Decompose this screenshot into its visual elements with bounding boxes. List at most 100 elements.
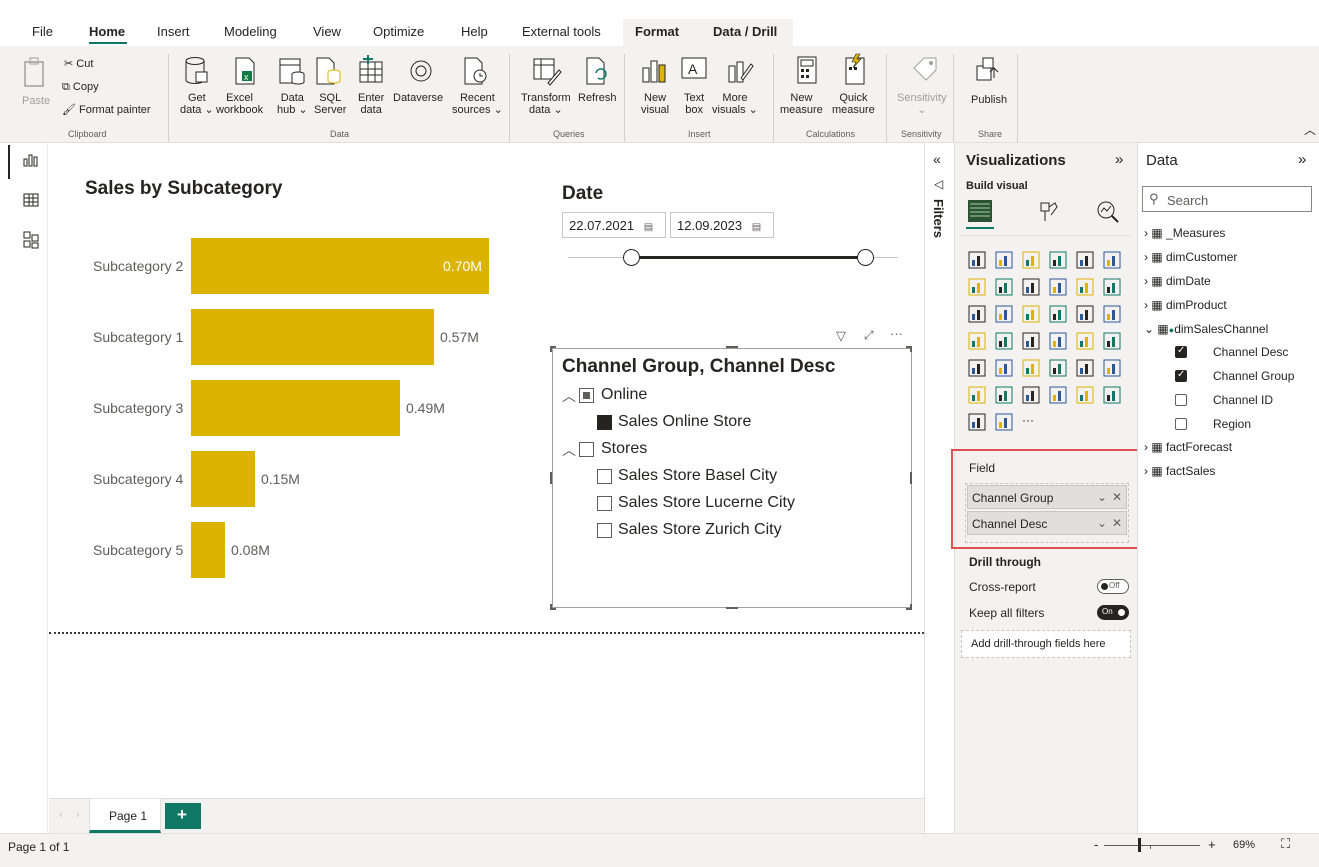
100-bar-icon[interactable] xyxy=(1076,251,1094,269)
line-column-icon[interactable] xyxy=(1049,278,1067,296)
data-hub-button[interactable]: Data hub ⌄ xyxy=(277,92,308,116)
slicer-item-sales-online-store[interactable]: Sales Online Store xyxy=(618,413,751,431)
chevron-up-icon[interactable]: ︿ xyxy=(562,386,576,406)
get-data-button[interactable]: Get data ⌄ xyxy=(180,92,214,116)
field-checkbox-channel-desc[interactable]: ✓ xyxy=(1175,345,1187,358)
cross-report-toggle[interactable]: Off xyxy=(1097,579,1129,594)
slicer-group-online[interactable]: Online xyxy=(601,386,647,404)
fit-to-page-icon[interactable]: ⛶ xyxy=(1281,836,1290,852)
zoom-slider-track[interactable] xyxy=(1104,845,1200,846)
slicer-icon[interactable] xyxy=(968,359,986,377)
table-dimproduct[interactable]: › ▦ dimProduct xyxy=(1144,298,1227,312)
table-dimsaleschannel[interactable]: ⌄ ▦●dimSalesChannel xyxy=(1144,322,1268,336)
focus-mode-icon[interactable]: ⤢ xyxy=(864,328,874,343)
new-visual-button[interactable]: New visual xyxy=(641,92,669,116)
stacked-bar-icon[interactable] xyxy=(968,251,986,269)
menu-data-drill[interactable]: Data / Drill xyxy=(713,24,777,39)
model-view-icon[interactable] xyxy=(23,231,39,254)
gauge-icon[interactable] xyxy=(1022,332,1040,350)
sales-store-basel-checkbox[interactable] xyxy=(597,469,612,484)
add-page-button[interactable]: + xyxy=(165,803,201,829)
close-icon[interactable]: ✕ xyxy=(1112,490,1122,504)
power-apps-icon[interactable] xyxy=(1103,386,1121,404)
date-range-end-handle[interactable] xyxy=(857,249,874,266)
paginated-report-icon[interactable] xyxy=(1076,386,1094,404)
enter-data-button[interactable]: Enter data xyxy=(358,92,384,116)
copy-button[interactable]: ⧉ Copy xyxy=(62,81,99,93)
field-checkbox-channel-group[interactable]: ✓ xyxy=(1175,369,1187,382)
menu-external-tools[interactable]: External tools xyxy=(522,24,601,39)
table-dimcustomer[interactable]: › ▦ dimCustomer xyxy=(1144,250,1237,264)
field-region[interactable]: Region xyxy=(1213,417,1251,431)
publish-button[interactable]: Publish xyxy=(971,94,1007,106)
resize-handle[interactable] xyxy=(550,604,556,610)
multirow-card-icon[interactable] xyxy=(1076,332,1094,350)
menu-insert[interactable]: Insert xyxy=(157,24,190,39)
page-tab-page-1[interactable]: Page 1 xyxy=(89,799,161,833)
get-more-visuals-icon[interactable] xyxy=(995,413,1013,431)
excel-workbook-button[interactable]: Excel workbook xyxy=(216,92,263,116)
report-view-icon[interactable] xyxy=(23,153,39,172)
field-checkbox-region[interactable] xyxy=(1175,418,1187,430)
pie-icon[interactable] xyxy=(1022,305,1040,323)
refresh-button[interactable]: Refresh xyxy=(578,92,617,104)
filters-label[interactable]: Filters xyxy=(931,199,946,238)
qa-icon[interactable] xyxy=(995,386,1013,404)
funnel-icon[interactable] xyxy=(968,305,986,323)
zoom-in-button[interactable]: + xyxy=(1208,837,1216,852)
date-end-input[interactable]: 12.09.2023 ▤ xyxy=(670,212,774,238)
field-channel-desc[interactable]: Channel Desc xyxy=(1213,345,1288,359)
key-influencers-icon[interactable] xyxy=(1103,359,1121,377)
azure-map-icon[interactable] xyxy=(995,332,1013,350)
slicer-item-basel[interactable]: Sales Store Basel City xyxy=(618,467,777,485)
data-search-input[interactable]: ⚲ Search xyxy=(1142,186,1312,212)
sales-store-zurich-checkbox[interactable] xyxy=(597,523,612,538)
scroll-left-icon[interactable]: ‹ xyxy=(59,809,63,821)
bar[interactable] xyxy=(191,309,434,365)
area-chart-icon[interactable] xyxy=(995,278,1013,296)
dataverse-button[interactable]: Dataverse xyxy=(393,92,443,104)
table-icon[interactable] xyxy=(995,359,1013,377)
field-channel-group[interactable]: Channel Group xyxy=(1213,369,1294,383)
resize-handle[interactable] xyxy=(550,346,556,352)
more-visuals-icon[interactable]: ··· xyxy=(1022,413,1034,427)
map-icon[interactable] xyxy=(1103,305,1121,323)
zoom-slider-thumb[interactable] xyxy=(1138,838,1141,852)
table-measures[interactable]: › ▦ _Measures xyxy=(1144,226,1225,240)
field-pill-channel-group[interactable]: Channel Group ⌄ ✕ xyxy=(967,485,1127,509)
paste-icon[interactable] xyxy=(22,56,48,95)
chevron-down-icon[interactable]: ⌄ xyxy=(1097,490,1107,504)
filled-map-icon[interactable] xyxy=(968,332,986,350)
calendar-icon[interactable]: ▤ xyxy=(644,222,653,233)
bar[interactable] xyxy=(191,451,255,507)
menu-file[interactable]: File xyxy=(32,24,53,39)
collapse-ribbon-icon[interactable]: ︿ xyxy=(1304,124,1316,136)
field-pill-channel-desc[interactable]: Channel Desc ⌄ ✕ xyxy=(967,511,1127,535)
paste-button[interactable]: Paste xyxy=(22,95,50,107)
menu-help[interactable]: Help xyxy=(461,24,488,39)
quick-measure-button[interactable]: Quick measure xyxy=(832,92,875,116)
bar[interactable] xyxy=(191,380,400,436)
line-chart-icon[interactable] xyxy=(968,278,986,296)
menu-modeling[interactable]: Modeling xyxy=(224,24,277,39)
stacked-area-icon[interactable] xyxy=(1022,278,1040,296)
transform-data-button[interactable]: Transform data ⌄ xyxy=(521,92,571,116)
resize-handle[interactable] xyxy=(726,346,738,348)
online-checkbox[interactable] xyxy=(579,388,594,403)
menu-optimize[interactable]: Optimize xyxy=(373,24,424,39)
100-column-icon[interactable] xyxy=(1103,251,1121,269)
menu-format[interactable]: Format xyxy=(635,24,679,39)
narrative-icon[interactable] xyxy=(1022,386,1040,404)
slicer-group-stores[interactable]: Stores xyxy=(601,440,647,458)
sales-store-lucerne-checkbox[interactable] xyxy=(597,496,612,511)
stacked-column-icon[interactable] xyxy=(995,251,1013,269)
decomposition-tree-icon[interactable] xyxy=(968,386,986,404)
card-icon[interactable] xyxy=(1049,332,1067,350)
sales-online-store-checkbox[interactable] xyxy=(597,415,612,430)
r-visual-icon[interactable] xyxy=(1049,359,1067,377)
slicer-item-zurich[interactable]: Sales Store Zurich City xyxy=(618,521,782,539)
resize-handle[interactable] xyxy=(550,472,552,484)
table-dimdate[interactable]: › ▦ dimDate xyxy=(1144,274,1211,288)
python-visual-icon[interactable] xyxy=(1076,359,1094,377)
menu-view[interactable]: View xyxy=(313,24,341,39)
